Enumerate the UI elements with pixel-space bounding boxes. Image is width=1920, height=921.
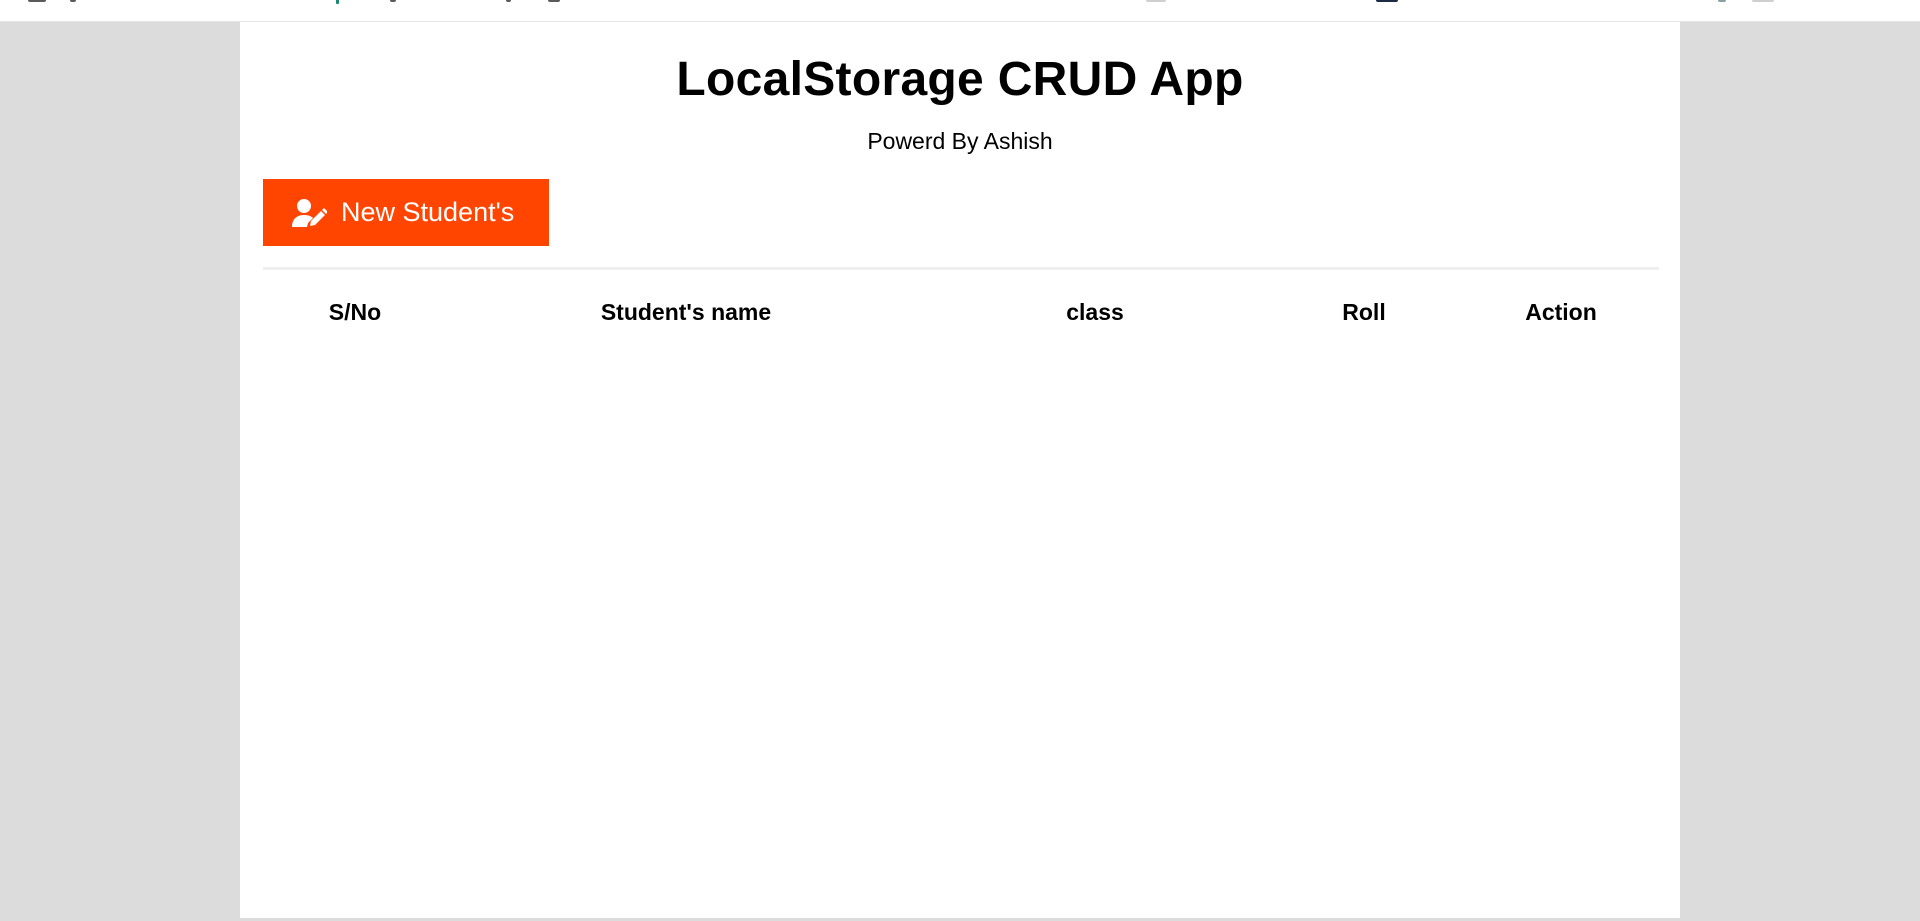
- browser-chrome-strip: [0, 0, 1920, 22]
- new-student-button[interactable]: New Student's: [263, 179, 549, 246]
- column-header-class: class: [1066, 298, 1124, 325]
- user-edit-icon: [291, 198, 328, 228]
- address-bar-text: [390, 0, 396, 2]
- address-bar-text: [548, 0, 560, 2]
- app-container: LocalStorage CRUD App Powerd By Ashish N…: [240, 22, 1680, 918]
- page-subtitle: Powerd By Ashish: [867, 128, 1053, 154]
- table-header: S/No Student's name class Roll Action: [263, 272, 1659, 352]
- extension-icon[interactable]: [1718, 0, 1726, 2]
- address-bar-secure-text: [336, 0, 339, 4]
- address-bar-text: [506, 0, 511, 2]
- extension-icon[interactable]: [1146, 0, 1166, 2]
- students-table: S/No Student's name class Roll Action: [263, 272, 1659, 352]
- column-header-student-name: Student's name: [600, 298, 772, 325]
- divider: [263, 267, 1659, 270]
- extension-icon[interactable]: [1376, 0, 1398, 2]
- page-title: LocalStorage CRUD App: [676, 53, 1244, 106]
- column-header-sno: S/No: [328, 298, 382, 325]
- browser-menu-icon[interactable]: [28, 0, 46, 2]
- address-bar-text[interactable]: [70, 0, 76, 2]
- new-student-button-label: New Student's: [341, 197, 515, 227]
- profile-icon[interactable]: [1752, 0, 1774, 2]
- column-header-roll: Roll: [1342, 298, 1386, 325]
- column-header-action: Action: [1525, 298, 1597, 325]
